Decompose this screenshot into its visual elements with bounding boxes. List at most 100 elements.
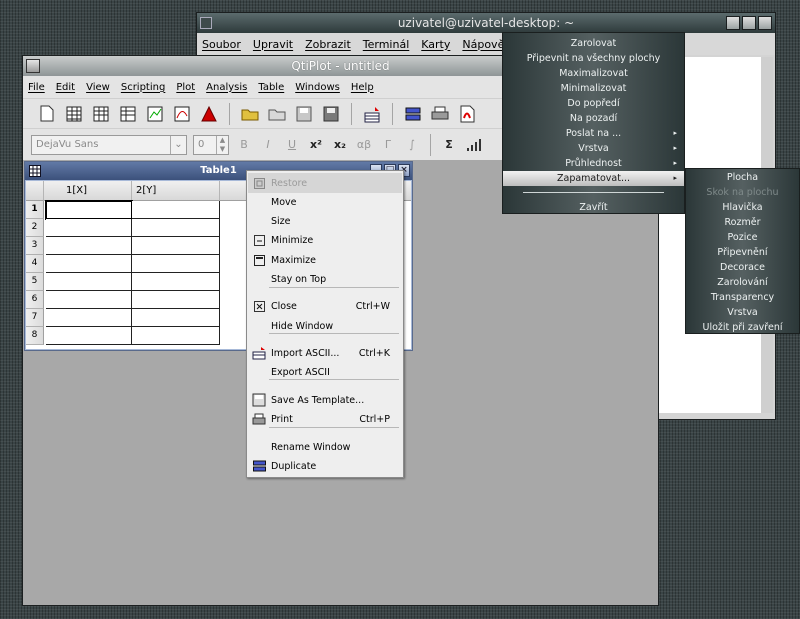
wm-menu-item[interactable]: Poslat na ... ▸ [503,126,684,141]
row-header[interactable]: 1 [26,201,44,219]
menu-soubor[interactable]: Soubor [202,38,241,51]
wm-menu-item[interactable]: Do popředí [503,96,684,111]
font-size-spinbox[interactable]: 0 ▲ ▼ [193,134,229,155]
context-menu-item[interactable]: Restore [248,173,402,193]
italic-icon[interactable]: I [259,138,277,151]
wm-menu-item[interactable]: Zapamatovat... ▸ [503,171,684,186]
wm-submenu-item[interactable]: Plocha [686,170,799,185]
wm-submenu-item[interactable]: Hlavička [686,200,799,215]
underline-icon[interactable]: U [283,138,301,151]
new-3d-plot-icon[interactable] [199,104,219,124]
table-cell[interactable] [45,200,133,220]
wm-submenu-item[interactable]: Uložit při zavření [686,320,799,335]
greek-lower-icon[interactable]: αβ [355,138,373,151]
spin-arrows-icon[interactable]: ▲ ▼ [216,135,228,154]
math-symbols-icon[interactable]: ∫ [403,138,421,151]
context-menu-item[interactable]: Duplicate [248,456,402,476]
menu-terminal[interactable]: Terminál [363,38,410,51]
wm-submenu-item[interactable]: Zarolování [686,275,799,290]
context-menu-item[interactable]: Save As Template... [248,390,402,410]
column-header-y[interactable]: 2[Y] [132,181,220,201]
table-cell[interactable] [132,309,220,327]
row-header[interactable]: 8 [26,327,44,345]
wm-menu-item[interactable]: Připevnit na všechny plochy [503,51,684,66]
print-icon[interactable] [430,104,450,124]
table-cell[interactable] [132,273,220,291]
wm-menu-item[interactable]: Průhlednost ▸ [503,156,684,171]
context-menu-item[interactable]: Maximize [248,250,402,270]
open-template-icon[interactable] [267,104,287,124]
menu-help[interactable]: Help [351,82,374,93]
sigma-icon[interactable]: Σ [440,138,458,151]
context-menu-item[interactable]: Close Ctrl+W [248,296,402,316]
table-cell[interactable] [46,219,132,237]
new-note-icon[interactable] [118,104,138,124]
table-cell[interactable] [132,219,220,237]
table-cell[interactable] [132,327,220,345]
wm-menu-item[interactable]: Zavřít [503,200,684,215]
import-ascii-icon[interactable] [362,104,382,124]
wm-submenu-item[interactable]: Připevnění [686,245,799,260]
new-project-icon[interactable] [37,104,57,124]
menu-edit[interactable]: Edit [56,82,75,93]
new-matrix-icon[interactable] [91,104,111,124]
menu-scripting[interactable]: Scripting [121,82,165,93]
table-cell[interactable] [46,291,132,309]
table-cell[interactable] [132,255,220,273]
menu-analysis[interactable]: Analysis [206,82,247,93]
table-cell[interactable] [132,237,220,255]
menu-upravit[interactable]: Upravit [253,38,293,51]
save-as-icon[interactable] [321,104,341,124]
table-cell[interactable] [46,327,132,345]
column-header-x[interactable]: 1[X] [44,181,132,201]
wm-submenu-item[interactable]: Rozměr [686,215,799,230]
wm-submenu-item[interactable]: Vrstva [686,305,799,320]
export-pdf-icon[interactable] [457,104,477,124]
wm-menu-item[interactable]: Zarolovat [503,36,684,51]
menu-view[interactable]: View [86,82,110,93]
row-header[interactable]: 2 [26,219,44,237]
subscript-icon[interactable]: x₂ [331,138,349,151]
context-menu-item[interactable]: Move [248,192,402,212]
table-cell[interactable] [132,201,220,219]
row-header[interactable]: 7 [26,309,44,327]
menu-table[interactable]: Table [258,82,284,93]
table-cell[interactable] [132,291,220,309]
wm-submenu-item[interactable]: Transparency [686,290,799,305]
save-icon[interactable] [294,104,314,124]
context-menu-item[interactable]: Print Ctrl+P [248,409,402,429]
menu-plot[interactable]: Plot [176,82,195,93]
superscript-icon[interactable]: x² [307,138,325,151]
table-cell[interactable] [46,255,132,273]
context-menu-item[interactable]: Stay on Top [248,269,402,289]
row-header[interactable]: 4 [26,255,44,273]
greek-upper-icon[interactable]: Γ [379,138,397,151]
wm-submenu-item[interactable]: Decorace [686,260,799,275]
table-cell[interactable] [46,309,132,327]
wm-submenu-item[interactable]: Pozice [686,230,799,245]
wm-menu-item[interactable]: Vrstva ▸ [503,141,684,156]
menu-file[interactable]: File [28,82,45,93]
corner-header[interactable] [26,181,44,201]
wm-submenu-item[interactable]: Skok na plochu [686,185,799,200]
wm-menu-item[interactable]: Minimalizovat [503,81,684,96]
wm-menu-item[interactable]: Na pozadí [503,111,684,126]
bar-chart-icon[interactable] [464,135,484,155]
context-menu-item[interactable]: Import ASCII... Ctrl+K [248,343,402,363]
maximize-icon[interactable] [742,16,756,30]
context-menu-item[interactable]: Minimize [248,230,402,250]
menu-zobrazit[interactable]: Zobrazit [305,38,351,51]
table-cell[interactable] [46,237,132,255]
terminal-system-menu-icon[interactable] [200,17,212,29]
menu-windows[interactable]: Windows [295,82,340,93]
table-icon[interactable] [29,165,41,177]
font-family-combo[interactable]: DejaVu Sans ⌄ [31,134,187,155]
duplicate-window-icon[interactable] [403,104,423,124]
new-table-icon[interactable] [64,104,84,124]
minimize-icon[interactable] [726,16,740,30]
row-header[interactable]: 5 [26,273,44,291]
row-header[interactable]: 3 [26,237,44,255]
qtiplot-system-menu-icon[interactable] [26,59,40,73]
new-graph-icon[interactable] [145,104,165,124]
open-folder-icon[interactable] [240,104,260,124]
